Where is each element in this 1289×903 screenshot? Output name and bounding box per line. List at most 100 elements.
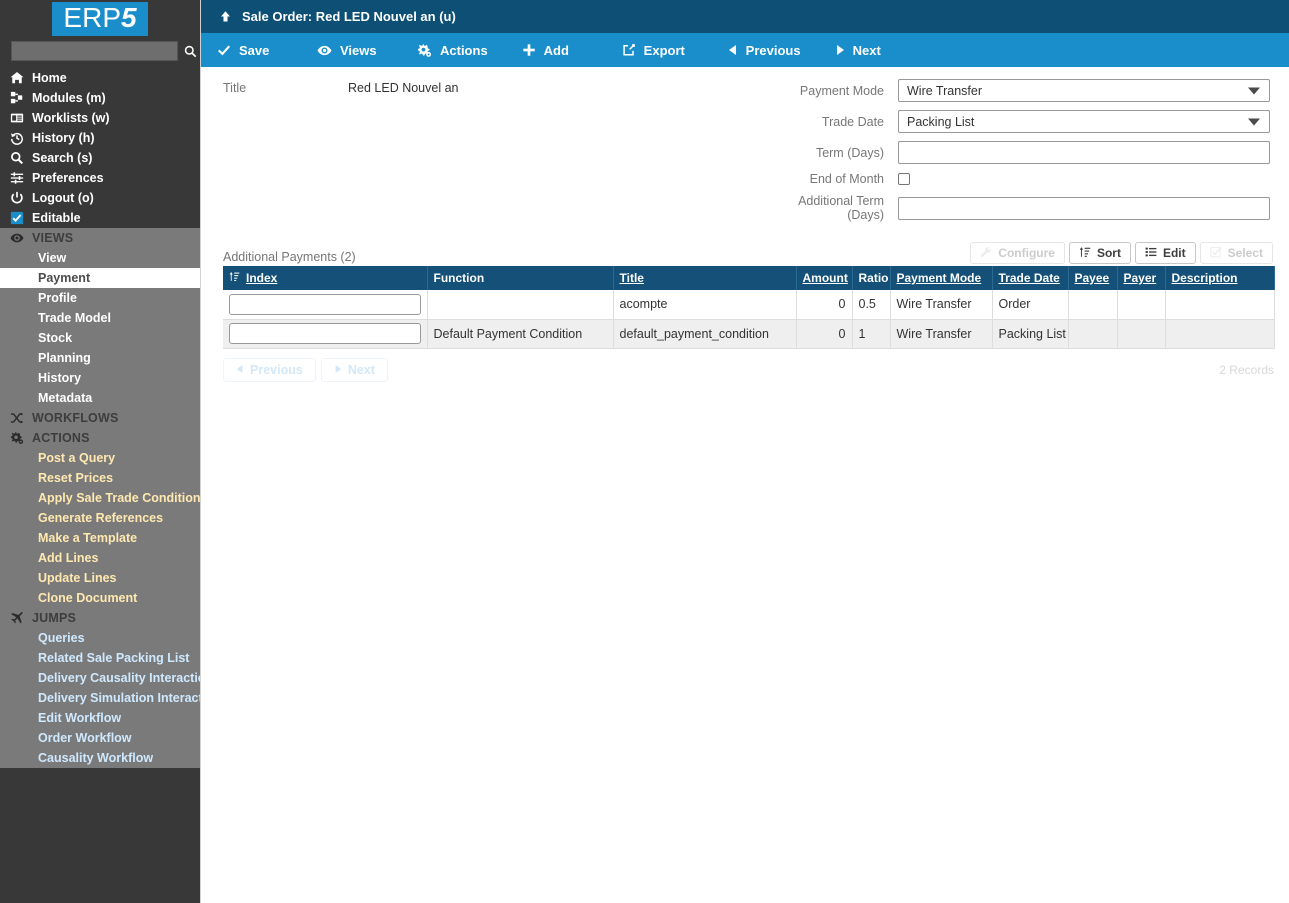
sidebar-view-payment[interactable]: Payment (0, 268, 200, 288)
sidebar-action-reset-prices[interactable]: Reset Prices (0, 468, 200, 488)
search-input[interactable] (11, 41, 178, 61)
sidebar-item-worklists[interactable]: Worklists (w) (0, 108, 200, 128)
payment-mode-value: Wire Transfer (907, 83, 983, 98)
field-end-of-month-row: End of Month (763, 172, 1273, 186)
sidebar-jump-related-sale-packing-list-label: Related Sale Packing List (38, 651, 190, 665)
sidebar-view-profile[interactable]: Profile (0, 288, 200, 308)
triangle-right-icon (334, 363, 342, 377)
search-icon[interactable] (184, 41, 197, 61)
sidebar-view-planning[interactable]: Planning (0, 348, 200, 368)
listbox-title: Additional Payments (2) (223, 250, 356, 264)
configure-button[interactable]: Configure (970, 242, 1065, 264)
actions-button-label: Actions (440, 42, 488, 58)
triangle-right-icon (835, 44, 845, 56)
listbox-header: Additional Payments (2) Configure Sort E… (223, 240, 1273, 264)
sidebar-action-generate-references[interactable]: Generate References (0, 508, 200, 528)
sidebar-jump-order-workflow[interactable]: Order Workflow (0, 728, 200, 748)
column-header-amount[interactable]: Amount (796, 266, 853, 290)
sidebar-action-update-lines[interactable]: Update Lines (0, 568, 200, 588)
actions-button[interactable]: Actions (401, 33, 506, 67)
sidebar-view-trade-model[interactable]: Trade Model (0, 308, 200, 328)
sidebar-view-metadata[interactable]: Metadata (0, 388, 200, 408)
sidebar-item-search[interactable]: Search (s) (0, 148, 200, 168)
column-header-payment-mode[interactable]: Payment Mode (890, 266, 993, 290)
sort-button-label: Sort (1096, 246, 1121, 260)
cell-ratio: 0.5 (852, 290, 891, 320)
sidebar-item-home[interactable]: Home (0, 68, 200, 88)
sidebar-action-update-lines-label: Update Lines (38, 571, 117, 585)
sidebar-jump-related-sale-packing-list[interactable]: Related Sale Packing List (0, 648, 200, 668)
table-row: Default Payment Condition default_paymen… (223, 319, 1275, 349)
cell-index (223, 319, 428, 349)
pagination-next-button[interactable]: Next (320, 357, 388, 382)
views-button[interactable]: Views (301, 33, 401, 67)
column-header-index[interactable]: Index (223, 266, 428, 290)
index-input[interactable] (229, 293, 421, 315)
section-header-actions[interactable]: ACTIONS (0, 428, 200, 448)
column-header-payer[interactable]: Payer (1117, 266, 1166, 290)
sidebar-action-apply-sale-trade-condition[interactable]: Apply Sale Trade Condition (0, 488, 200, 508)
trade-date-select[interactable]: Packing List (898, 110, 1270, 133)
save-button[interactable]: Save (201, 33, 301, 67)
section-header-jumps[interactable]: JUMPS (0, 608, 200, 628)
arrow-up-icon[interactable] (219, 10, 232, 23)
history-icon (10, 131, 32, 145)
sidebar-jump-edit-workflow[interactable]: Edit Workflow (0, 708, 200, 728)
save-button-label: Save (239, 42, 270, 58)
sidebar-item-modules[interactable]: Modules (m) (0, 88, 200, 108)
sidebar-jump-delivery-simulation-interaction-label: Delivery Simulation Interactio... (38, 691, 200, 705)
primary-nav: Home Modules (m) Worklists (w) History (… (0, 64, 200, 228)
sidebar-action-make-a-template[interactable]: Make a Template (0, 528, 200, 548)
sidebar-view-stock[interactable]: Stock (0, 328, 200, 348)
previous-button[interactable]: Previous (712, 33, 819, 67)
cell-payee (1068, 290, 1118, 320)
section-header-views[interactable]: VIEWS (0, 228, 200, 248)
sidebar-jump-causality-workflow[interactable]: Causality Workflow (0, 748, 200, 768)
triangle-left-icon (728, 44, 738, 56)
column-header-amount-label: Amount (802, 271, 848, 285)
sidebar-action-post-a-query[interactable]: Post a Query (0, 448, 200, 468)
pagination-previous-button[interactable]: Previous (223, 357, 316, 382)
payment-mode-select[interactable]: Wire Transfer (898, 79, 1270, 102)
sidebar-jump-queries[interactable]: Queries (0, 628, 200, 648)
column-header-title[interactable]: Title (613, 266, 797, 290)
field-additional-term-days-label: Additional Term (Days) (798, 194, 884, 222)
index-input[interactable] (229, 323, 421, 344)
sidebar-action-add-lines[interactable]: Add Lines (0, 548, 200, 568)
sidebar-item-history[interactable]: History (h) (0, 128, 200, 148)
sidebar-item-editable[interactable]: Editable (0, 208, 200, 228)
edit-button[interactable]: Edit (1134, 242, 1196, 264)
additional-term-days-input[interactable] (898, 196, 1270, 220)
end-of-month-checkbox[interactable] (898, 173, 910, 185)
sidebar-jump-delivery-causality-interaction[interactable]: Delivery Causality Interaction ... (0, 668, 200, 688)
sidebar-action-clone-document[interactable]: Clone Document (0, 588, 200, 608)
column-header-title-label: Title (619, 271, 644, 285)
column-header-trade-date[interactable]: Trade Date (992, 266, 1069, 290)
sidebar-item-preferences[interactable]: Preferences (0, 168, 200, 188)
sidebar-jump-delivery-simulation-interaction[interactable]: Delivery Simulation Interactio... (0, 688, 200, 708)
column-header-description[interactable]: Description (1165, 266, 1275, 290)
field-title-row: Title Red LED Nouvel an (223, 79, 753, 105)
sidebar-action-clone-document-label: Clone Document (38, 591, 138, 605)
sidebar-item-modules-label: Modules (m) (32, 91, 106, 105)
sidebar-view-stock-label: Stock (38, 331, 73, 345)
sidebar-view-view[interactable]: View (0, 248, 200, 268)
sidebar-view-profile-label: Profile (38, 291, 77, 305)
section-header-workflows[interactable]: WORKFLOWS (0, 408, 200, 428)
sidebar-jump-order-workflow-label: Order Workflow (38, 731, 132, 745)
next-button[interactable]: Next (819, 33, 919, 67)
list-icon (1145, 246, 1157, 261)
sidebar-item-logout[interactable]: Logout (o) (0, 188, 200, 208)
sidebar: ERP5 Home Modules (m) Worklists (w) Hist… (0, 0, 200, 903)
column-header-payee[interactable]: Payee (1068, 266, 1118, 290)
sidebar-view-metadata-label: Metadata (38, 391, 93, 405)
sidebar-view-history[interactable]: History (0, 368, 200, 388)
brand-logo[interactable]: ERP5 (0, 0, 200, 38)
add-button[interactable]: Add (506, 33, 606, 67)
term-days-input[interactable] (898, 141, 1270, 164)
sort-button[interactable]: Sort (1068, 242, 1131, 264)
select-button[interactable]: Select (1199, 242, 1273, 264)
cell-amount: 0 (796, 290, 853, 320)
export-button[interactable]: Export (606, 33, 706, 67)
cell-payment-mode: Wire Transfer (890, 319, 993, 349)
